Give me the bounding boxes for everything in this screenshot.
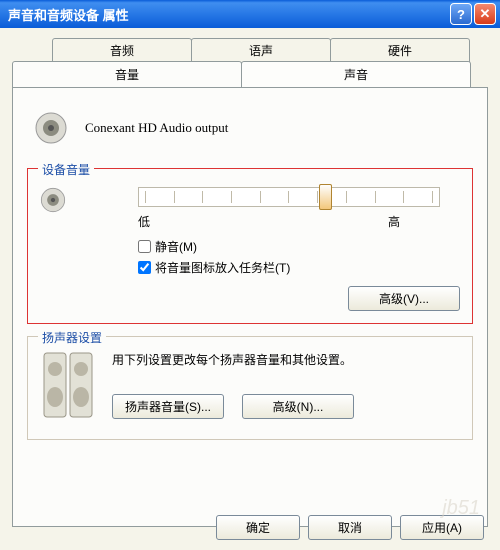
tab-hardware[interactable]: 硬件	[330, 38, 470, 62]
mute-label: 静音(M)	[155, 238, 197, 255]
close-icon: ✕	[480, 6, 491, 22]
tab-audio[interactable]: 音频	[52, 38, 192, 62]
device-name: Conexant HD Audio output	[85, 120, 228, 136]
tray-label: 将音量图标放入任务栏(T)	[155, 259, 290, 276]
slider-high-label: 高	[388, 213, 400, 230]
slider-low-label: 低	[138, 213, 150, 230]
device-volume-group: 设备音量 低 高	[27, 168, 473, 324]
volume-slider[interactable]	[78, 179, 460, 211]
titlebar: 声音和音频设备 属性 ? ✕	[0, 0, 500, 28]
speaker-volume-button[interactable]: 扬声器音量(S)...	[112, 394, 224, 419]
tab-panel-volume: Conexant HD Audio output 设备音量	[12, 87, 488, 527]
tray-row[interactable]: 将音量图标放入任务栏(T)	[138, 257, 460, 278]
apply-button[interactable]: 应用(A)	[400, 515, 484, 540]
mute-row[interactable]: 静音(M)	[138, 236, 460, 257]
mute-checkbox[interactable]	[138, 240, 151, 253]
ok-button[interactable]: 确定	[216, 515, 300, 540]
speaker-settings-group: 扬声器设置 用下列设置更改每个扬声器音量和其他设置。 扬声器音量(S)...	[27, 336, 473, 440]
tab-volume[interactable]: 音量	[12, 61, 242, 87]
tab-voice[interactable]: 语声	[191, 38, 331, 62]
speaker-icon	[33, 110, 69, 146]
volume-slider-thumb[interactable]	[319, 184, 332, 210]
dialog-button-row: 确定 取消 应用(A)	[216, 515, 484, 540]
two-speakers-icon	[40, 347, 100, 427]
device-row: Conexant HD Audio output	[27, 102, 473, 164]
tab-sounds[interactable]: 声音	[241, 61, 471, 87]
window-title: 声音和音频设备 属性	[4, 5, 448, 24]
speaker-settings-description: 用下列设置更改每个扬声器音量和其他设置。	[112, 347, 460, 386]
volume-advanced-button[interactable]: 高级(V)...	[348, 286, 460, 311]
close-button[interactable]: ✕	[474, 3, 496, 25]
tray-icon-checkbox[interactable]	[138, 261, 151, 274]
device-volume-legend: 设备音量	[38, 161, 94, 178]
speaker-advanced-button[interactable]: 高级(N)...	[242, 394, 354, 419]
tab-container: 音频 语声 硬件 音量 声音 Conexant HD Audio output …	[12, 38, 488, 527]
dialog-body: 音频 语声 硬件 音量 声音 Conexant HD Audio output …	[0, 28, 500, 550]
help-button[interactable]: ?	[450, 3, 472, 25]
speaker-settings-legend: 扬声器设置	[38, 329, 106, 346]
cancel-button[interactable]: 取消	[308, 515, 392, 540]
volume-speaker-icon	[38, 185, 68, 215]
